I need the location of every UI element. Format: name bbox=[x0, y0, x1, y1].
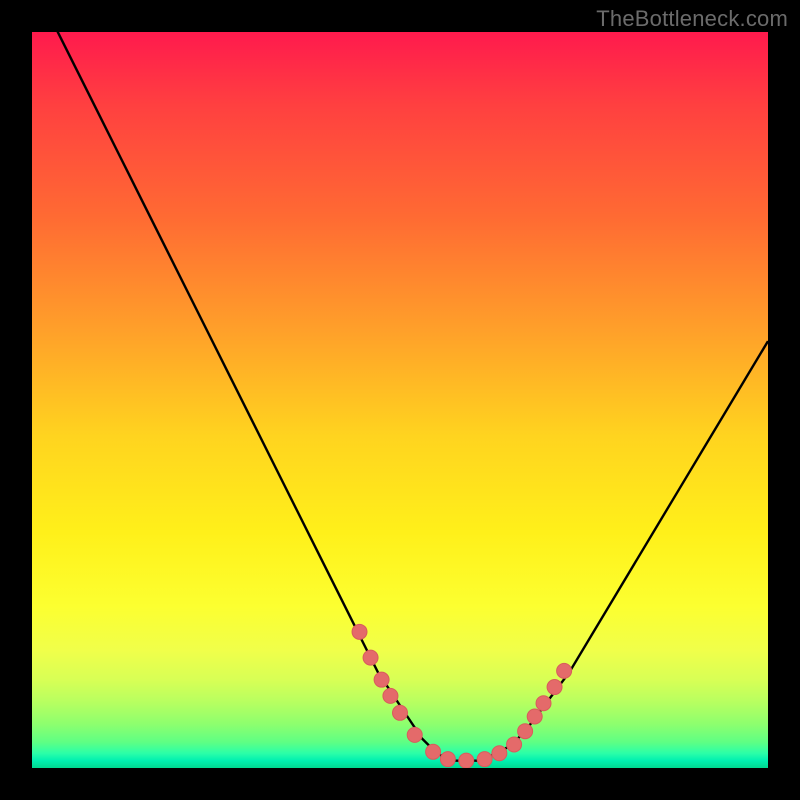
marker-dot bbox=[492, 746, 507, 761]
marker-dot bbox=[518, 724, 533, 739]
marker-dot bbox=[547, 680, 562, 695]
bottleneck-curve bbox=[32, 32, 768, 761]
marker-dot bbox=[374, 672, 389, 687]
watermark-text: TheBottleneck.com bbox=[596, 6, 788, 32]
marker-dot bbox=[383, 688, 398, 703]
chart-svg bbox=[32, 32, 768, 768]
marker-dot bbox=[536, 696, 551, 711]
marker-dot bbox=[393, 705, 408, 720]
marker-dot bbox=[459, 753, 474, 768]
marker-dot bbox=[440, 752, 455, 767]
outer-frame: TheBottleneck.com bbox=[0, 0, 800, 800]
marker-dot bbox=[352, 624, 367, 639]
marker-dot bbox=[363, 650, 378, 665]
plot-area bbox=[32, 32, 768, 768]
marker-dot bbox=[477, 752, 492, 767]
highlight-markers bbox=[352, 624, 572, 768]
marker-dot bbox=[507, 737, 522, 752]
marker-dot bbox=[407, 727, 422, 742]
marker-dot bbox=[426, 744, 441, 759]
marker-dot bbox=[557, 663, 572, 678]
marker-dot bbox=[527, 709, 542, 724]
